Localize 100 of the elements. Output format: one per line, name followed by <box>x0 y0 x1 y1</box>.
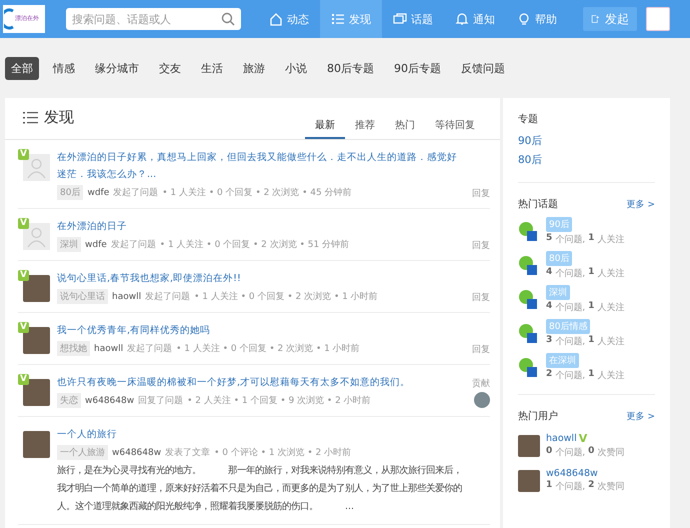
more-link[interactable]: 更多 > <box>626 410 655 423</box>
verified-badge: V <box>18 374 29 385</box>
activity-text: 发起了问题 <box>145 290 190 303</box>
user-silhouette-icon <box>23 223 50 250</box>
reply-link[interactable]: 回复 <box>472 239 490 252</box>
author-link[interactable]: haowll <box>112 292 142 302</box>
question-count: 4 <box>546 301 552 313</box>
count-label: 次赞同 <box>597 480 624 493</box>
topic-icon <box>518 288 540 310</box>
stats-text: • 1 人关注 • 0 个回复 • 2 次浏览 • 1 小时前 <box>194 290 378 303</box>
agree-count: 2 <box>588 480 594 492</box>
topic-link[interactable]: 80后 <box>518 151 655 170</box>
topic-icon <box>518 322 540 344</box>
category-link[interactable]: 交友 <box>153 56 187 80</box>
avatar-photo[interactable] <box>518 434 540 456</box>
activity-text: 回复了问题 <box>138 394 184 407</box>
question-count: 2 <box>546 369 552 381</box>
reply-link[interactable]: 回复 <box>472 343 490 356</box>
topic-icon <box>518 356 540 378</box>
verified-badge: V <box>18 270 29 281</box>
bell-icon <box>455 12 469 26</box>
category-link[interactable]: 80后专题 <box>321 56 380 80</box>
user-link[interactable]: w648648w <box>546 468 598 479</box>
count-label: 个问题, <box>555 234 586 246</box>
category-link[interactable]: 反馈问题 <box>455 56 511 80</box>
question-link[interactable]: 在外漂泊的日子 <box>57 218 462 235</box>
activity-text: 发起了问题 <box>113 186 158 199</box>
question-link[interactable]: 也许只有夜晚一床温暖的棉被和一个好梦,才可以慰藉每天有太多不如意的我们。 <box>57 374 462 391</box>
section-title: 热门话题 <box>518 198 558 211</box>
topic-link[interactable]: 90后 <box>518 132 655 151</box>
tab[interactable]: 等待回复 <box>425 118 485 139</box>
count-label: 个问题, <box>555 370 586 382</box>
c-letter-icon <box>4 8 14 30</box>
question-link[interactable]: 说句心里话,春节我也想家,即使漂泊在外!! <box>57 270 462 287</box>
chat-icon <box>393 12 407 26</box>
question-count: 4 <box>546 267 552 279</box>
category-link[interactable]: 90后专题 <box>388 56 447 80</box>
question-link[interactable]: 我一个优秀青年,有同样优秀的她吗 <box>57 322 462 339</box>
category-link[interactable]: 全部 <box>5 56 39 80</box>
tab[interactable]: 最新 <box>305 118 345 139</box>
count-label: 人关注 <box>597 370 624 382</box>
user-link[interactable]: haowll <box>546 433 577 444</box>
category-link[interactable]: 旅游 <box>237 56 271 80</box>
tab[interactable]: 热门 <box>385 118 425 139</box>
nav-link[interactable]: 动态 <box>258 0 320 38</box>
follower-count: 1 <box>588 301 594 313</box>
stats-text: • 1 人关注 • 0 个回复 • 2 次浏览 • 1 小时前 <box>176 342 360 355</box>
count-label: 次赞同 <box>597 446 624 459</box>
topic-icon <box>518 220 540 242</box>
count-label: 个问题, <box>555 268 586 280</box>
contributor-label: 贡献 <box>472 378 490 390</box>
page-title: 发现 <box>44 108 74 127</box>
follower-count: 1 <box>588 369 594 381</box>
count-label: 个问题, <box>555 480 586 493</box>
activity-text: 发表了文章 <box>165 446 210 459</box>
verified-badge: V <box>18 218 29 229</box>
reply-link[interactable]: 回复 <box>472 291 490 304</box>
list-icon <box>23 110 39 124</box>
contributor-avatar[interactable] <box>474 392 490 408</box>
question-link[interactable]: 在外漂泊的日子好累，真想马上回家，但回去我又能做些什么．走不出人生的道路．感觉好迷茫．我该怎么办？... <box>57 149 462 183</box>
add-page-icon <box>591 12 599 26</box>
nav-link[interactable]: 帮助 <box>506 0 568 38</box>
reply-link[interactable]: 回复 <box>472 187 490 200</box>
section-title: 热门用户 <box>518 410 558 423</box>
topic-icon <box>518 254 540 276</box>
avatar-photo[interactable] <box>23 327 50 354</box>
category-link[interactable]: 小说 <box>279 56 313 80</box>
verified-badge: V <box>18 149 29 160</box>
nav-link[interactable]: 通知 <box>444 0 506 38</box>
category-link[interactable]: 缘分城市 <box>89 56 145 80</box>
verified-mark: V <box>578 432 588 445</box>
bulb-icon <box>517 12 531 26</box>
stats-text: • 1 人关注 • 0 个回复 • 2 次浏览 • 45 分钟前 <box>162 186 352 199</box>
stats-text: • 0 个评论 • 1 次浏览 • 2 小时前 <box>214 446 352 459</box>
author-link[interactable]: wdfe <box>85 240 107 250</box>
agree-count: 0 <box>588 446 594 458</box>
avatar-photo[interactable] <box>518 470 540 492</box>
question-count: 5 <box>546 233 552 245</box>
count-label: 人关注 <box>597 302 624 314</box>
author-link[interactable]: haowll <box>94 344 124 354</box>
section-title: 专题 <box>518 112 539 126</box>
search-field[interactable]: 搜索问题、话题或人 <box>66 8 241 30</box>
question-link[interactable]: 一个人的旅行 <box>57 426 462 443</box>
count-label: 个问题, <box>555 446 586 459</box>
tab[interactable]: 推荐 <box>345 118 385 139</box>
author-link[interactable]: w648648w <box>112 448 162 458</box>
category-link[interactable]: 情感 <box>47 56 81 80</box>
category-link[interactable]: 生活 <box>195 56 229 80</box>
list-icon <box>331 12 345 26</box>
follower-count: 1 <box>588 267 594 279</box>
author-link[interactable]: w648648w <box>85 396 134 406</box>
count-label: 人关注 <box>597 234 624 246</box>
count-label: 个问题, <box>555 302 586 314</box>
count-label: 个问题, <box>555 336 586 348</box>
avatar-photo[interactable] <box>23 275 50 302</box>
question-count: 3 <box>546 335 552 347</box>
more-link[interactable]: 更多 > <box>626 198 655 211</box>
nav-link[interactable]: 话题 <box>382 0 444 38</box>
author-link[interactable]: wdfe <box>87 188 110 198</box>
avatar-photo[interactable] <box>23 379 50 406</box>
